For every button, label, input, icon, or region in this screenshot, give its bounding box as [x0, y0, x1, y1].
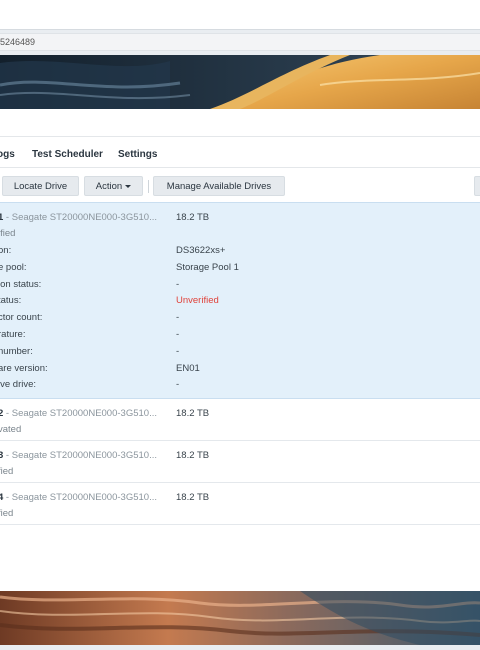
desktop-wallpaper-bottom [0, 591, 480, 645]
detail-label: on: [0, 245, 12, 256]
tab-bar: ogs Test Scheduler Settings [0, 136, 480, 168]
toolbar: Locate Drive Action Manage Available Dri… [0, 176, 480, 198]
tab-logs[interactable]: ogs [0, 137, 15, 168]
detail-value: - [176, 328, 180, 340]
detail-label: ion status: [0, 278, 42, 290]
detail-label: ive drive: [0, 379, 37, 391]
detail-value: - [176, 278, 180, 290]
detail-4k-native-drive: ive drive: - [0, 377, 480, 394]
detail-value: - [176, 312, 180, 324]
detail-bad-sector-count: ctor count: - [0, 310, 480, 327]
detail-temperature: rature: - [0, 327, 480, 344]
toolbar-divider [148, 180, 149, 193]
drive-status: ified [0, 228, 16, 239]
storage-manager-window: ogs Test Scheduler Settings Locate Drive… [0, 109, 480, 591]
action-label: Action [95, 181, 123, 192]
locate-drive-label: Locate Drive [13, 181, 68, 192]
manage-available-drives-button[interactable]: Manage Available Drives [153, 176, 285, 196]
detail-label: number: [0, 345, 33, 357]
detail-serial-number: number: - [0, 344, 480, 361]
drive-size: 18.2 TB [176, 408, 210, 420]
locate-drive-button[interactable]: Locate Drive [2, 176, 79, 196]
drive-model: - Seagate ST20000NE000-3G510... [3, 408, 157, 420]
tab-settings[interactable]: Settings [118, 137, 157, 168]
detail-health-status: tatus: Unverified [0, 293, 480, 310]
action-dropdown-button[interactable]: Action [84, 176, 143, 196]
drive-title: 4 - Seagate ST20000NE000-3G510... [0, 492, 157, 503]
drive-list: 1 - Seagate ST20000NE000-3G510... 18.2 T… [0, 202, 480, 526]
drive-size: 18.2 TB [176, 492, 210, 504]
drive-title: 2 - Seagate ST20000NE000-3G510... [0, 408, 157, 419]
detail-value: EN01 [176, 362, 200, 374]
detail-storage-pool: e pool: Storage Pool 1 [0, 260, 480, 277]
detail-allocation-status: ion status: - [0, 277, 480, 294]
detail-value-unverified: Unverified [176, 295, 219, 307]
address-bar[interactable]: 5246489 [0, 33, 480, 51]
detail-firmware-version: are version: EN01 [0, 361, 480, 378]
drive-size: 18.2 TB [176, 450, 210, 462]
detail-label: are version: [0, 362, 48, 374]
tab-test-scheduler[interactable]: Test Scheduler [32, 137, 103, 168]
drive-model: - Seagate ST20000NE000-3G510... [3, 492, 157, 504]
drive-title: 1 - Seagate ST20000NE000-3G510... [0, 212, 157, 223]
drive-row-3[interactable]: 3 - Seagate ST20000NE000-3G510... 18.2 T… [0, 441, 480, 484]
detail-value: - [176, 379, 180, 391]
detail-label: tatus: [0, 295, 22, 307]
drive-details: on: DS3622xs+ e pool: Storage Pool 1 ion… [0, 243, 480, 398]
detail-value: Storage Pool 1 [176, 261, 239, 273]
drive-status: fied [0, 508, 14, 520]
browser-toolbar [0, 0, 480, 30]
caret-down-icon [125, 184, 132, 188]
drive-model: - Seagate ST20000NE000-3G510... [3, 212, 157, 223]
desktop-wallpaper-top [0, 55, 480, 109]
drive-row-2[interactable]: 2 - Seagate ST20000NE000-3G510... 18.2 T… [0, 399, 480, 442]
filter-button[interactable] [474, 176, 480, 196]
detail-label: ctor count: [0, 312, 43, 324]
address-text: 5246489 [0, 37, 36, 47]
drive-status: vated [0, 424, 22, 436]
drive-title: 3 - Seagate ST20000NE000-3G510... [0, 450, 157, 461]
drive-row-1[interactable]: 1 - Seagate ST20000NE000-3G510... 18.2 T… [0, 202, 480, 400]
drive-model: - Seagate ST20000NE000-3G510... [3, 450, 157, 462]
detail-label: e pool: [0, 261, 27, 273]
detail-value: DS3622xs+ [176, 245, 226, 256]
manage-drives-label: Manage Available Drives [166, 181, 272, 192]
drive-row-4[interactable]: 4 - Seagate ST20000NE000-3G510... 18.2 T… [0, 483, 480, 526]
drive-status: fied [0, 466, 14, 478]
detail-label: rature: [0, 328, 26, 340]
drive-size: 18.2 TB [176, 212, 210, 223]
detail-location: on: DS3622xs+ [0, 243, 480, 260]
detail-value: - [176, 345, 180, 357]
